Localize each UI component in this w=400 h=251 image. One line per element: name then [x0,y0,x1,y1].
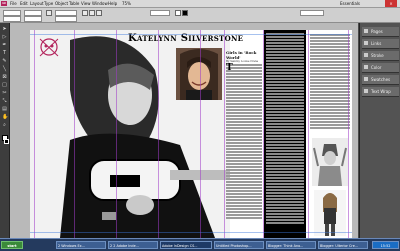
margin-guide [30,34,352,35]
column-guide [308,30,309,238]
menu-help[interactable]: Help [108,0,117,7]
menu-table[interactable]: Table [69,0,79,7]
column-guide [74,30,75,238]
taskbar-button[interactable]: Blogger: Ulterior Cre... [318,241,368,249]
panel-item-color[interactable]: Color [362,63,399,73]
type-tool-icon[interactable]: T [2,51,7,56]
workspace-switcher[interactable]: Essentials [340,0,360,7]
panel-item-swatches[interactable]: Swatches [362,75,399,85]
close-window-icon[interactable]: × [385,0,397,7]
align-left-icon[interactable] [82,10,88,16]
pen-tool-icon[interactable]: ✒ [2,43,7,48]
control-bar [0,8,400,23]
scissors-tool-icon[interactable]: ✂ [2,91,7,96]
taskbar-button[interactable]: 2 Windows Ex... [56,241,106,249]
menu-layout[interactable]: Layout [30,0,44,7]
app-logo: Id [1,1,7,6]
stroke-weight-field[interactable] [150,10,170,16]
opacity-field[interactable] [300,10,324,16]
column-guide [200,30,201,238]
selection-tool-icon[interactable]: ➤ [2,27,7,32]
height-field[interactable] [24,16,42,22]
portrait-photo[interactable] [176,48,222,100]
column-guide [263,30,264,238]
constrain-proportions-icon[interactable] [46,10,52,16]
drop-cap: T [226,63,233,73]
margin-guide [30,232,352,233]
margin-guide [34,30,35,238]
taskbar-button-active[interactable]: Adobe InDesign CS... [160,241,212,249]
align-center-icon[interactable] [89,10,95,16]
rectangle-frame-tool-icon[interactable]: ⊠ [2,75,7,80]
panel-item-stroke[interactable]: Stroke [362,51,399,61]
menu-type[interactable]: Type [44,0,53,7]
side-photo-1[interactable] [312,138,348,186]
menu-edit[interactable]: Edit [20,0,28,7]
document-page[interactable]: Katelynn Silverstone Girls in 'Rock Worl… [30,30,352,238]
y-position-field[interactable] [3,16,21,22]
column-guide [158,30,159,238]
pencil-tool-icon[interactable]: ✎ [2,59,7,64]
stroke-icon [364,53,368,57]
panel-item-label: Stroke [371,53,384,58]
article-text-column-3 [310,34,350,134]
panel-item-pages[interactable]: Pages [362,27,399,37]
panel-item-text-wrap[interactable]: Text Wrap [362,87,399,97]
margin-guide [348,30,349,238]
taskbar-button[interactable]: Untitled Photoshop... [214,241,264,249]
menu-view[interactable]: View [81,0,91,7]
system-clock: 15:52 [372,241,399,249]
panel-item-label: Links [371,41,382,46]
side-photo-2[interactable] [314,190,346,236]
menu-window[interactable]: Window [92,0,108,7]
links-icon [364,41,368,45]
line-tool-icon[interactable]: ╲ [2,67,7,72]
pages-icon [364,29,368,33]
direct-selection-tool-icon[interactable]: ▷ [2,35,7,40]
fill-swatch-icon[interactable] [175,10,181,16]
gradient-tool-icon[interactable]: ▤ [2,107,7,112]
article-text-column-1: T [226,64,262,220]
align-right-icon[interactable] [96,10,102,16]
column-guide [224,30,225,238]
panel-item-links[interactable]: Links [362,39,399,49]
column-guide [116,30,117,238]
panel-dock: Pages Links Stroke Color Swatches Text W… [359,23,400,238]
free-transform-tool-icon[interactable]: ⤡ [2,99,7,104]
zoom-level[interactable]: 75% [122,0,131,7]
taskbar-button[interactable]: 2 2 Adobe Inde... [108,241,158,249]
stroke-color-icon[interactable] [4,139,9,144]
panel-item-label: Text Wrap [371,89,391,94]
taskbar: start 2 Windows Ex... 2 2 Adobe Inde... … [0,238,400,251]
article-column-1[interactable]: Girls in 'Rock World' By Sammy Louise Cr… [226,50,262,64]
stroke-swatch-icon[interactable] [182,10,188,16]
font-style-field[interactable] [55,16,77,22]
menu-bar: Id File Edit Layout Type Object Table Vi… [0,0,400,8]
rectangle-tool-icon[interactable]: □ [2,83,7,88]
zoom-tool-icon[interactable]: ⌕ [2,123,7,128]
text-wrap-icon [364,89,368,93]
panel-item-label: Color [371,65,382,70]
article-text-column-2 [264,30,306,238]
menu-object[interactable]: Object [55,0,68,7]
menu-file[interactable]: File [10,0,17,7]
swatches-icon [364,77,368,81]
tools-panel: ➤ ▷ ✒ T ✎ ╲ ⊠ □ ✂ ⤡ ▤ ✋ ⌕ [0,23,10,238]
taskbar-button[interactable]: Blogger: Think Ano... [266,241,316,249]
skull-logo-icon [39,38,59,57]
hand-tool-icon[interactable]: ✋ [2,115,8,120]
panel-item-label: Swatches [371,77,391,82]
panel-item-label: Pages [371,29,383,34]
color-icon [364,65,368,69]
article-subhead: Girls in 'Rock World' [226,50,257,60]
start-button[interactable]: start [1,241,23,249]
